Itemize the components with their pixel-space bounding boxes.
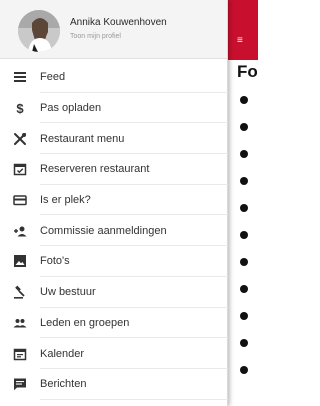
menu-item-reserveren-restaurant[interactable]: Reserveren restaurant bbox=[0, 154, 228, 185]
svg-text:$: $ bbox=[16, 101, 24, 115]
menu-item-leden-en-groepen[interactable]: Leden en groepen bbox=[0, 308, 228, 339]
menu-item-label: Commissie aanmeldingen bbox=[40, 224, 167, 237]
gavel-icon bbox=[0, 285, 40, 299]
menu-item-label: Pas opladen bbox=[40, 102, 102, 115]
profile-header[interactable]: Annika Kouwenhoven Toon mijn profiel bbox=[0, 0, 227, 59]
calendar-icon bbox=[0, 347, 40, 361]
card-icon bbox=[0, 193, 40, 207]
menu-item-label: Foto's bbox=[40, 255, 70, 268]
background-bullet bbox=[240, 123, 248, 131]
background-page: ≡ Fo bbox=[228, 0, 258, 406]
app-screen: ≡ Fo Annika Kouwenhoven Toon mijn profie… bbox=[0, 0, 258, 406]
menu-item-uw-bestuur[interactable]: Uw bestuur bbox=[0, 277, 228, 308]
background-bullet bbox=[240, 312, 248, 320]
menu-item-feed[interactable]: Feed bbox=[0, 62, 228, 93]
fork-knife-icon bbox=[0, 132, 40, 146]
menu-item-label: Feed bbox=[40, 71, 66, 84]
profile-link[interactable]: Toon mijn profiel bbox=[70, 33, 121, 40]
menu-item-pas-opladen[interactable]: $ Pas opladen bbox=[0, 93, 228, 124]
background-bullet bbox=[240, 96, 248, 104]
background-page-title: Fo bbox=[237, 62, 258, 81]
people-icon bbox=[0, 316, 40, 330]
background-bullet bbox=[240, 150, 248, 158]
profile-name[interactable]: Annika Kouwenhoven bbox=[70, 17, 167, 28]
menu-item-label: Reserveren restaurant bbox=[40, 163, 150, 176]
menu-item-is-er-plek[interactable]: Is er plek? bbox=[0, 185, 228, 216]
menu-item-label: Is er plek? bbox=[40, 194, 91, 207]
menu-item-label: Uw bestuur bbox=[40, 286, 96, 299]
menu-item-label: Kalender bbox=[40, 347, 85, 360]
menu-item-kalender[interactable]: Kalender bbox=[0, 338, 228, 369]
menu-item-berichten[interactable]: Berichten bbox=[0, 369, 228, 400]
calendar-check-icon bbox=[0, 162, 40, 176]
background-bullet bbox=[240, 339, 248, 347]
avatar[interactable] bbox=[18, 10, 60, 52]
background-bullet bbox=[240, 366, 248, 374]
background-bullet bbox=[240, 177, 248, 185]
menu-item-restaurant-menu[interactable]: Restaurant menu bbox=[0, 123, 228, 154]
background-bullet bbox=[240, 285, 248, 293]
background-bullet bbox=[240, 258, 248, 266]
photo-icon bbox=[0, 254, 40, 268]
background-bullet-list bbox=[240, 96, 258, 393]
background-bullet bbox=[240, 204, 248, 212]
menu-item-label: Restaurant menu bbox=[40, 132, 125, 145]
feed-icon bbox=[0, 70, 40, 84]
hamburger-icon[interactable]: ≡ bbox=[237, 36, 243, 46]
menu-item-label: Berichten bbox=[40, 378, 87, 391]
background-bullet bbox=[240, 231, 248, 239]
menu-item-label: Leden en groepen bbox=[40, 316, 130, 329]
dollar-icon: $ bbox=[0, 101, 40, 115]
menu-item-commissie-aanmeldingen[interactable]: Commissie aanmeldingen bbox=[0, 215, 228, 246]
background-header: ≡ bbox=[228, 0, 258, 60]
chat-icon bbox=[0, 377, 40, 391]
menu-item-fotos[interactable]: Foto's bbox=[0, 246, 228, 277]
person-add-icon bbox=[0, 224, 40, 238]
navigation-drawer: Annika Kouwenhoven Toon mijn profiel Fee… bbox=[0, 0, 228, 406]
drawer-menu: Feed $ Pas opladen Restaurant menu Reser… bbox=[0, 62, 228, 400]
